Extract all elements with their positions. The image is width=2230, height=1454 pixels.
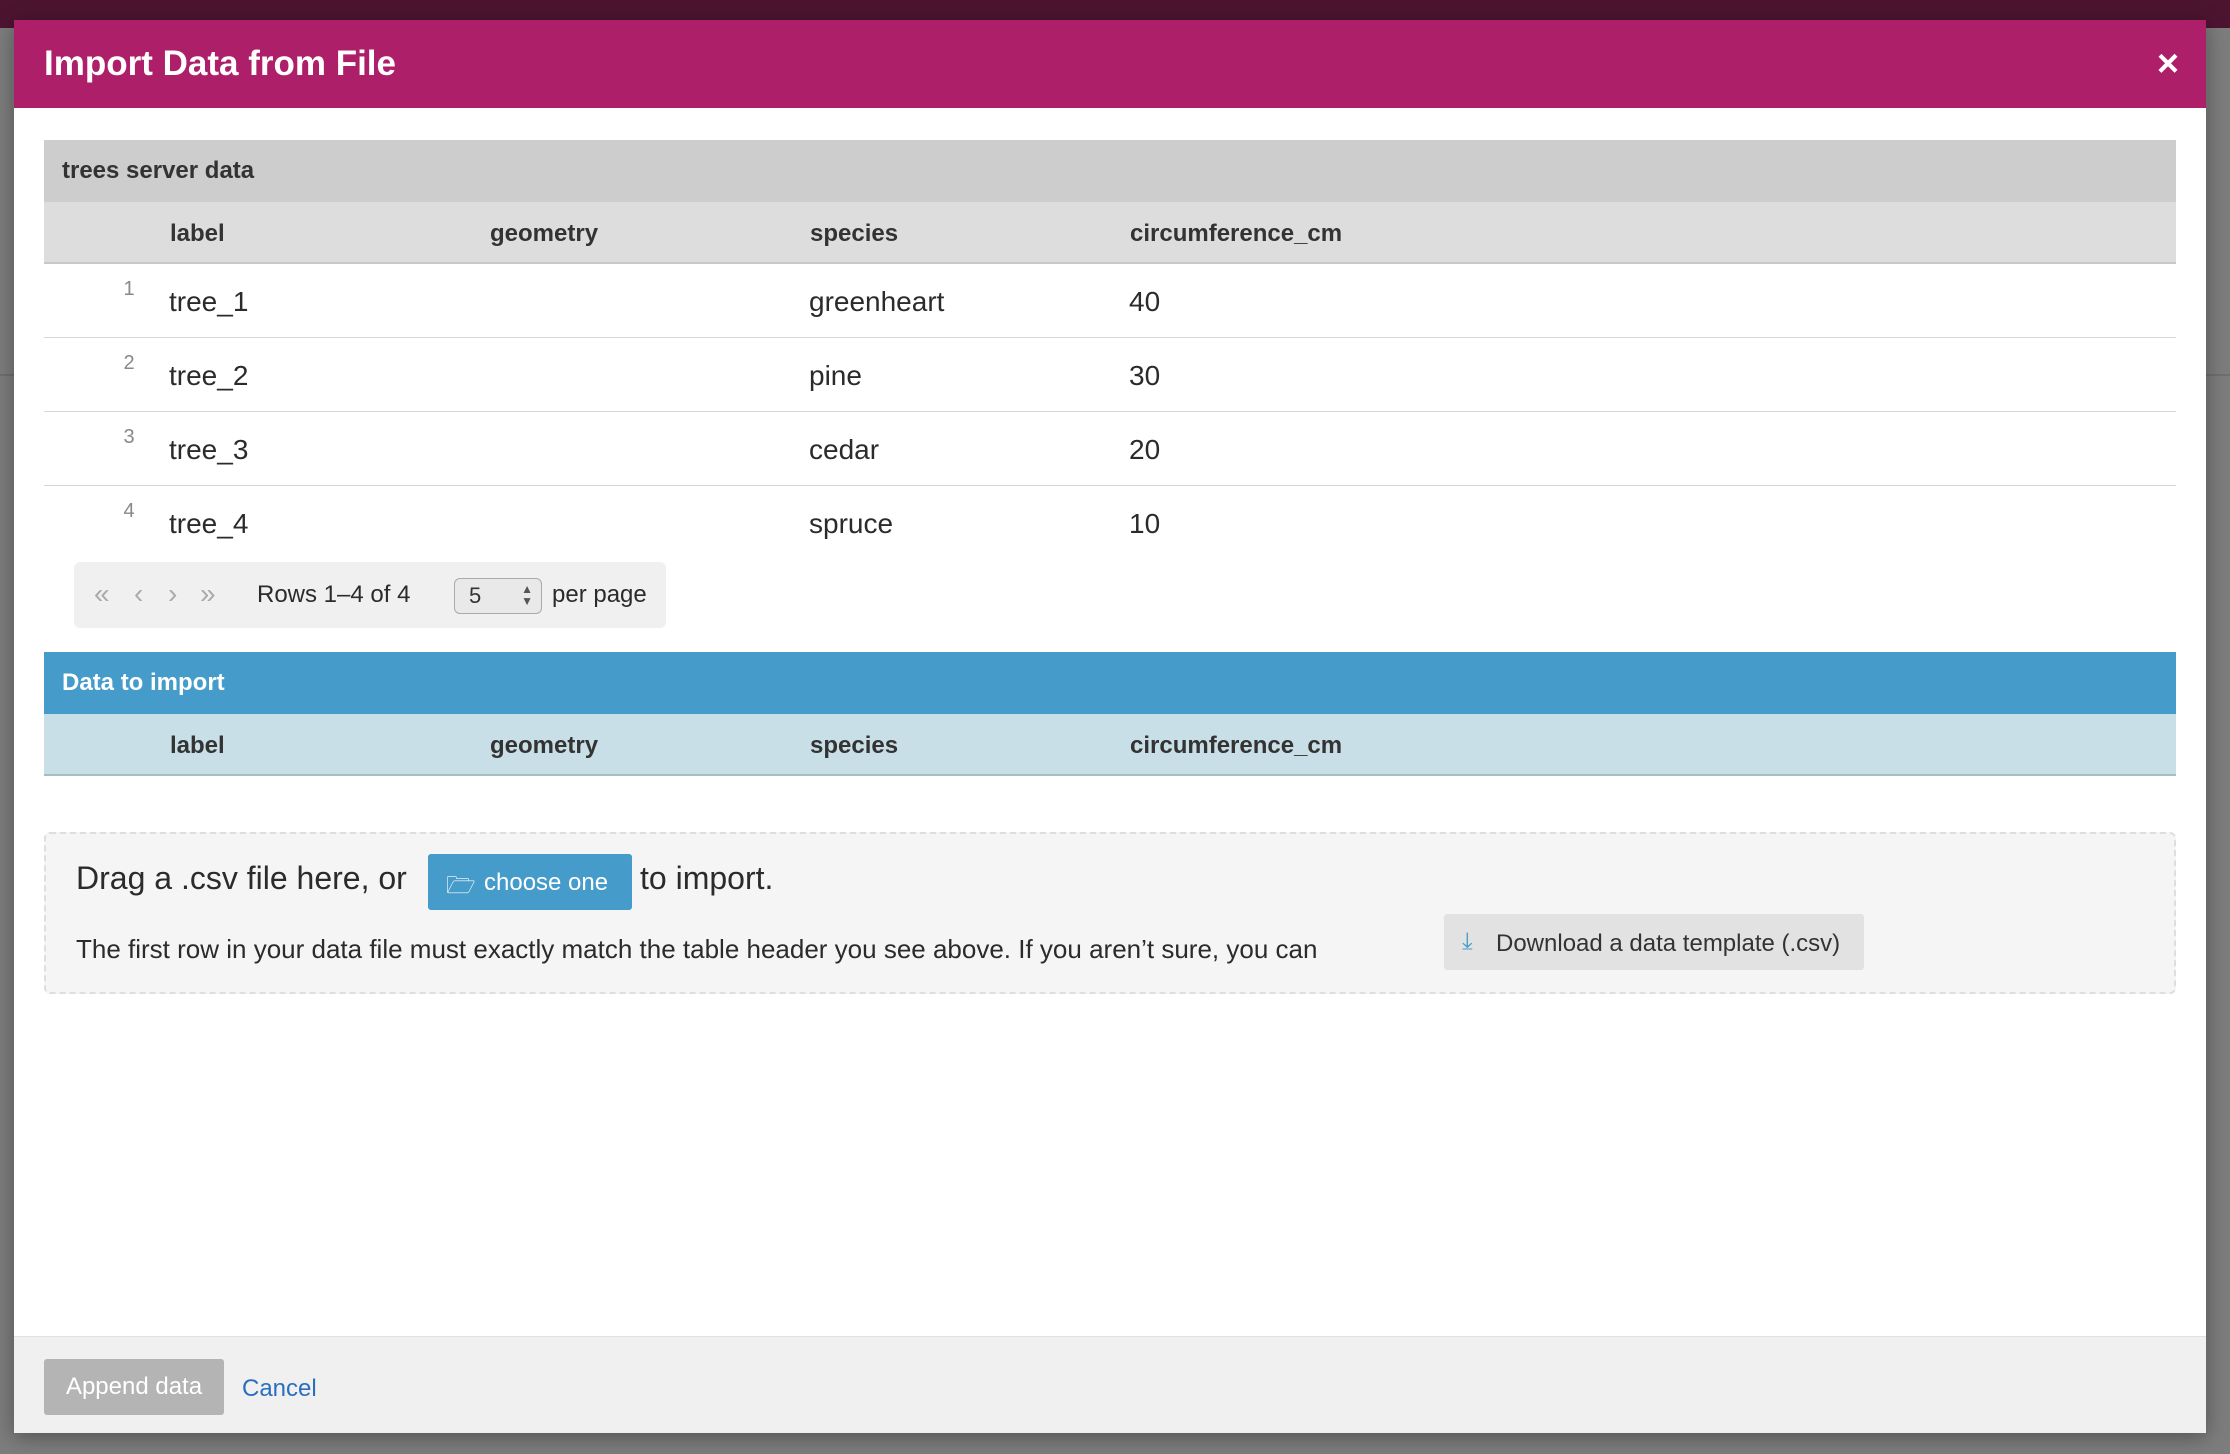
- rows-count: Rows 1–4 of 4: [257, 581, 411, 608]
- prev-page-icon[interactable]: ‹: [134, 578, 143, 610]
- row-index: 2: [123, 352, 135, 374]
- server-table-header: label geometry species circumference_cm: [44, 202, 2176, 264]
- import-data-table: Data to import label geometry species ci…: [44, 652, 2176, 776]
- column-header-circumference[interactable]: circumference_cm: [1130, 220, 1342, 248]
- close-icon[interactable]: ×: [2148, 44, 2188, 84]
- import-table-title: Data to import: [44, 652, 2176, 714]
- dropzone-text-before: Drag a .csv file here, or: [76, 860, 407, 896]
- cell-species: spruce: [809, 508, 894, 539]
- table-row: 2 tree_2 pine 30: [44, 338, 2176, 412]
- cell-circumference: 20: [1129, 434, 1161, 465]
- server-table-title: trees server data: [44, 140, 2176, 202]
- row-index: 1: [123, 278, 135, 300]
- modal-footer: Append data Cancel: [14, 1336, 2206, 1433]
- table-row: 1 tree_1 greenheart 40: [44, 264, 2176, 338]
- column-header-species[interactable]: species: [810, 220, 898, 248]
- modal-header: Import Data from File ×: [14, 20, 2206, 108]
- next-page-icon[interactable]: ›: [168, 578, 177, 610]
- column-header-circumference: circumference_cm: [1130, 732, 1343, 759]
- per-page-value: 5: [469, 583, 482, 608]
- column-header-geometry[interactable]: geometry: [490, 220, 598, 248]
- table-row: 4 tree_4 spruce 10: [44, 486, 2176, 560]
- cell-circumference: 30: [1129, 360, 1161, 391]
- table-row: 3 tree_3 cedar 20: [44, 412, 2176, 486]
- choose-file-label: choose one: [484, 869, 609, 896]
- download-template-button[interactable]: ⤓ Download a data template (.csv): [1444, 914, 1864, 970]
- cell-circumference: 10: [1129, 508, 1161, 539]
- cell-species: pine: [809, 360, 862, 391]
- cell-species: greenheart: [809, 286, 945, 317]
- import-table-header: label geometry species circumference_cm: [44, 714, 2176, 776]
- select-arrows-icon: ▲ ▼: [521, 582, 533, 608]
- cell-label: tree_2: [169, 360, 249, 391]
- first-page-icon[interactable]: «: [94, 578, 110, 610]
- table-pager: « ‹ › » Rows 1–4 of 4 5 ▲ ▼ per page: [74, 562, 666, 628]
- column-header-geometry: geometry: [490, 732, 599, 759]
- cell-label: tree_3: [169, 434, 249, 465]
- column-header-label[interactable]: label: [170, 220, 225, 248]
- column-header-label: label: [170, 732, 225, 759]
- row-index: 3: [123, 426, 135, 448]
- file-dropzone[interactable]: Drag a .csv file here, or 🗁 choose one t…: [44, 832, 2176, 994]
- dropzone-help-text: The first row in your data file must exa…: [76, 934, 1318, 964]
- download-icon: ⤓: [1462, 928, 1473, 955]
- column-header-species: species: [810, 732, 899, 759]
- choose-file-button[interactable]: 🗁 choose one: [428, 854, 632, 910]
- cell-species: cedar: [809, 434, 880, 465]
- cancel-link[interactable]: Cancel: [242, 1375, 317, 1403]
- cell-label: tree_1: [169, 286, 249, 317]
- download-template-label: Download a data template (.csv): [1496, 930, 1841, 957]
- per-page-select[interactable]: 5 ▲ ▼: [454, 578, 542, 614]
- import-modal: Import Data from File × trees server dat…: [14, 20, 2206, 1433]
- row-index: 4: [123, 500, 135, 522]
- append-data-button[interactable]: Append data: [44, 1359, 224, 1415]
- per-page-label: per page: [552, 581, 647, 608]
- server-data-table: trees server data label geometry species…: [44, 140, 2176, 560]
- dropzone-text-after: to import.: [640, 860, 774, 896]
- folder-open-icon: 🗁: [446, 872, 476, 899]
- last-page-icon[interactable]: »: [200, 578, 216, 610]
- modal-title: Import Data from File: [44, 44, 396, 83]
- cell-label: tree_4: [169, 508, 249, 539]
- cell-circumference: 40: [1129, 286, 1161, 317]
